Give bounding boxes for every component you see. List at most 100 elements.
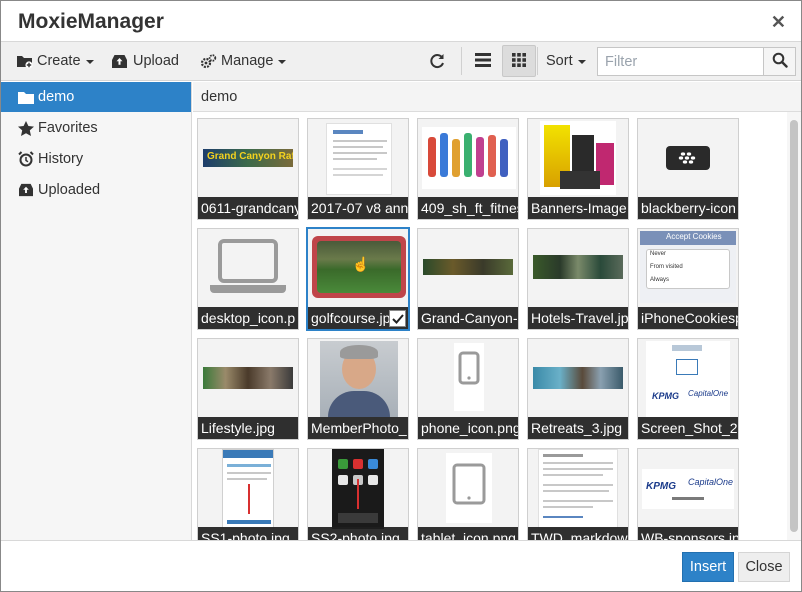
thumbnail-image: Grand Canyon Rafting — [203, 149, 293, 167]
moxiemanager-dialog: MoxieManager ✕ Create Upload Manage Sort… — [0, 0, 802, 592]
thumbnail-image — [533, 255, 623, 279]
manage-button[interactable]: Manage — [200, 42, 287, 80]
thumbnail-text: KPMG — [652, 391, 679, 401]
file-name: 409_sh_ft_fitness — [418, 197, 518, 219]
create-label: Create — [37, 53, 81, 69]
file-tile-selected[interactable]: ☝ golfcourse.jp — [306, 227, 410, 331]
search-button[interactable] — [763, 47, 796, 76]
search-icon — [772, 52, 788, 71]
thumbnail-image — [320, 341, 398, 417]
thumbnail-image — [423, 259, 513, 275]
thumbnail-image — [533, 367, 623, 389]
chevron-down-icon — [278, 60, 287, 64]
phone-icon — [454, 343, 484, 411]
chevron-down-icon — [85, 60, 94, 64]
sidebar-item-uploaded[interactable]: Uploaded — [1, 175, 191, 205]
toolbar-divider — [461, 47, 462, 75]
file-tile[interactable]: blackberry-icon — [637, 118, 739, 220]
thumbnail-image — [540, 121, 616, 195]
sidebar-item-label: History — [38, 151, 84, 167]
sidebar-item-history[interactable]: History — [1, 144, 191, 174]
file-name: 0611-grandcanyon — [198, 197, 298, 219]
dialog-header: MoxieManager ✕ — [1, 1, 801, 42]
file-name: Lifestyle.jpg — [198, 417, 298, 439]
file-tile[interactable]: MemberPhoto_ — [307, 338, 409, 440]
close-button[interactable]: Close — [738, 552, 790, 582]
file-tile[interactable]: 2017-07 v8 annou — [307, 118, 409, 220]
file-name: Banners-Image. — [528, 197, 628, 219]
toolbar: Create Upload Manage Sort Filter — [1, 42, 801, 81]
blackberry-logo-icon — [666, 146, 710, 170]
folder-plus-icon — [16, 54, 33, 69]
thumbnail-text: KPMG — [646, 481, 676, 492]
file-tile[interactable]: Hotels-Travel.jp — [527, 228, 629, 330]
file-tile[interactable]: Grand Canyon Rafting 0611-grandcanyon — [197, 118, 299, 220]
scrollbar-thumb[interactable] — [790, 120, 798, 532]
sidebar-item-label: Favorites — [38, 120, 98, 136]
sort-button[interactable]: Sort — [546, 42, 586, 80]
list-icon — [475, 52, 491, 70]
file-tile[interactable]: desktop_icon.p — [197, 228, 299, 330]
file-name: Retreats_3.jpg — [528, 417, 628, 439]
hand-cursor-icon: ☝ — [352, 256, 370, 272]
thumbnail-text: CapitalOne — [688, 477, 734, 487]
laptop-icon — [208, 235, 288, 299]
thumbnail-image — [326, 123, 392, 195]
sidebar-item-label: demo — [38, 89, 75, 105]
thumbnail-image — [222, 449, 274, 529]
sidebar-item-demo[interactable]: demo — [1, 82, 191, 112]
scrollbar[interactable] — [787, 112, 801, 540]
thumbnail-text: CapitalOne — [688, 389, 729, 398]
file-name: SS1-photo.jpg — [198, 527, 298, 540]
thumbnail-image: ☝ — [312, 236, 406, 298]
sidebar-item-favorites[interactable]: Favorites — [1, 113, 191, 143]
file-name: desktop_icon.p — [198, 307, 298, 329]
file-name: SS2-photo.jpg — [308, 527, 408, 540]
file-name: blackberry-icon — [638, 197, 738, 219]
file-name: TWD_markdow — [528, 527, 628, 540]
folder-icon — [17, 89, 35, 105]
create-button[interactable]: Create — [16, 42, 94, 80]
file-tile[interactable]: TWD_markdow — [527, 448, 629, 540]
sidebar: demo Favorites History Uploaded — [1, 82, 192, 540]
file-tile[interactable]: SS1-photo.jpg — [197, 448, 299, 540]
file-tile[interactable]: Accept Cookies Never From visited Always… — [637, 228, 739, 330]
file-name: Hotels-Travel.jp — [528, 307, 628, 329]
file-tile[interactable]: Retreats_3.jpg — [527, 338, 629, 440]
thumbnail-text: Never — [650, 251, 667, 257]
sidebar-item-label: Uploaded — [38, 182, 101, 198]
file-tile[interactable]: phone_icon.png — [417, 338, 519, 440]
thumbnail-image — [332, 449, 384, 529]
close-icon[interactable]: ✕ — [771, 13, 786, 31]
file-tile[interactable]: KPMG CapitalOne WB-sponsors.jp — [637, 448, 739, 540]
upload-button[interactable]: Upload — [111, 42, 179, 80]
file-name: 2017-07 v8 annou — [308, 197, 408, 219]
list-view-button[interactable] — [466, 45, 500, 77]
file-tile[interactable]: Grand-Canyon- — [417, 228, 519, 330]
dialog-footer: Insert Close — [1, 540, 801, 591]
grid-icon — [512, 52, 526, 70]
thumbnail-view-button[interactable] — [502, 45, 536, 77]
toolbar-divider — [537, 47, 538, 75]
file-tile[interactable]: Lifestyle.jpg — [197, 338, 299, 440]
file-tile[interactable]: SS2-photo.jpg — [307, 448, 409, 540]
checkbox-checked-icon[interactable] — [389, 310, 406, 327]
gears-icon — [200, 53, 217, 69]
filter-input[interactable] — [597, 47, 764, 76]
insert-button[interactable]: Insert — [682, 552, 734, 582]
thumbnail-image: Accept Cookies Never From visited Always — [640, 231, 736, 303]
file-tile[interactable]: Banners-Image. — [527, 118, 629, 220]
file-name: tablet_icon.png — [418, 527, 518, 540]
thumbnail-text: Always — [650, 277, 670, 283]
file-name: MemberPhoto_ — [308, 417, 408, 439]
star-icon — [17, 120, 35, 136]
file-tile[interactable]: tablet_icon.png — [417, 448, 519, 540]
refresh-button[interactable] — [428, 42, 446, 80]
manage-label: Manage — [221, 53, 274, 69]
thumbnail-image — [422, 127, 516, 189]
thumbnail-image: KPMG CapitalOne — [646, 341, 730, 417]
file-tile[interactable]: 409_sh_ft_fitness — [417, 118, 519, 220]
breadcrumb-item[interactable]: demo — [201, 89, 237, 105]
breadcrumb: demo — [193, 82, 801, 112]
file-tile[interactable]: KPMG CapitalOne Screen_Shot_20 — [637, 338, 739, 440]
